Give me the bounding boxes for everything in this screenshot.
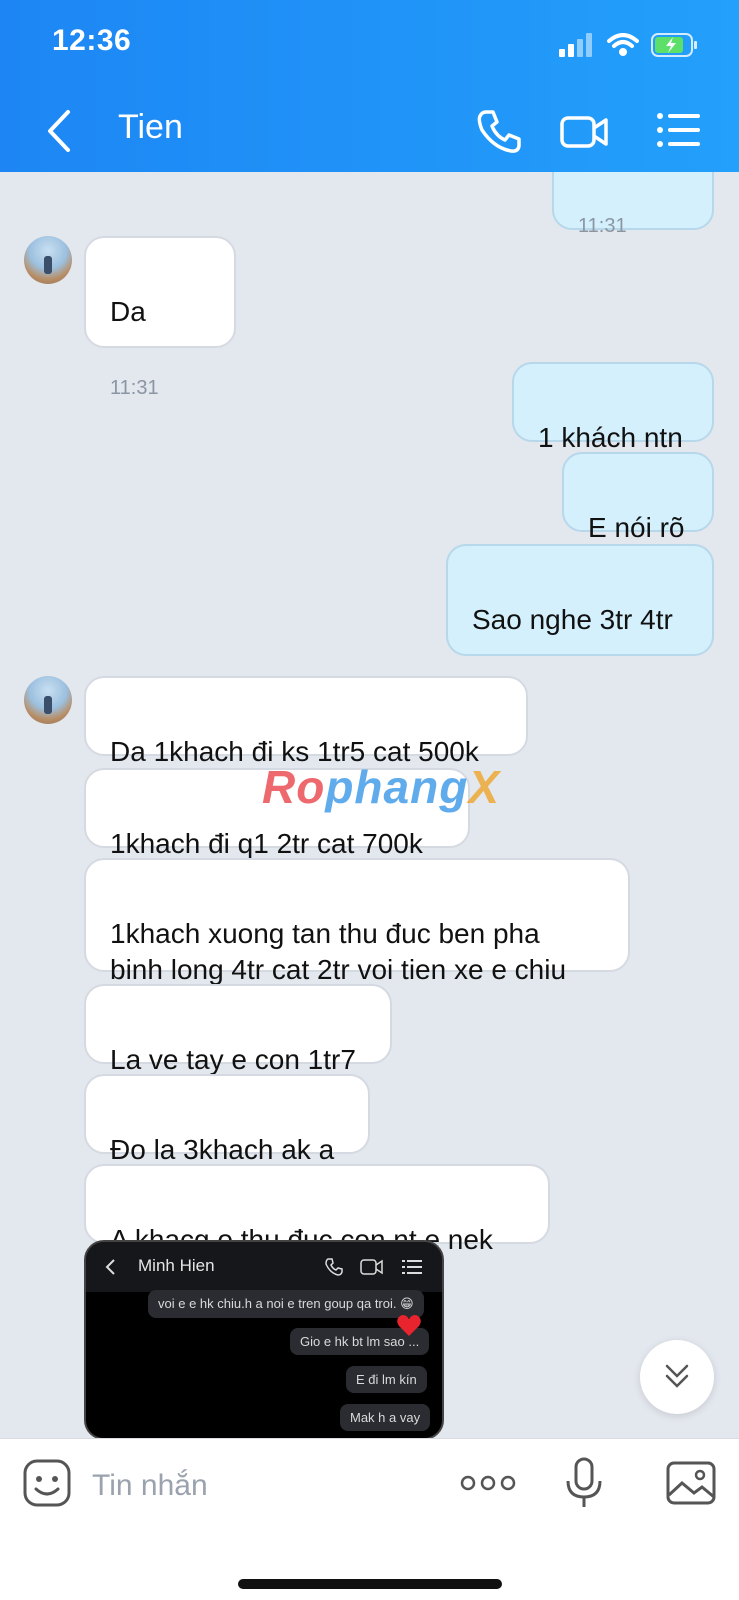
status-icons [559,30,699,60]
phone-icon [477,110,521,153]
chat-options-button[interactable] [654,106,704,156]
video-camera-icon [560,116,608,148]
message-text: Sao nghe 3tr 4tr [472,604,673,635]
message-text: 1khach đi q1 2tr cat 700k [110,828,423,859]
message-bubble-incoming[interactable]: Da 1khach đi ks 1tr5 cat 500k [84,676,528,767]
message-text: Đo la 3khach ak a [110,1134,335,1165]
message-text: La ve tay e con 1tr7 [110,1044,356,1075]
message-time: 11:31 [110,377,159,399]
avatar[interactable] [24,676,72,724]
contact-name[interactable]: Tien [118,108,183,147]
status-time: 12:36 [52,24,132,57]
sticker-button[interactable] [20,1455,76,1511]
message-bubble-outgoing[interactable]: E nói rõ [562,452,714,543]
phone-icon [325,1258,343,1276]
voice-message-button[interactable] [556,1455,612,1511]
video-camera-icon [360,1259,383,1275]
send-image-button[interactable] [664,1455,720,1511]
message-bubble-incoming[interactable]: 1khach đi q1 2tr cat 700k [84,768,470,859]
avatar[interactable] [24,236,72,284]
home-indicator [238,1579,502,1589]
back-button[interactable] [40,108,76,154]
message-bubble-incoming[interactable]: A khacg o thu đuc con nt e nek [84,1164,550,1255]
message-bubble-outgoing[interactable]: 1 khách ntn [512,362,714,453]
message-text: Da 1khach đi ks 1tr5 cat 500k [110,736,479,767]
chevron-left-icon [48,110,70,152]
embedded-screenshot-header: Minh Hien [86,1242,442,1292]
double-chevron-down-icon [665,1364,689,1388]
list-menu-icon [402,1260,422,1274]
message-input[interactable] [92,1461,432,1511]
message-bubble-incoming[interactable]: Đo la 3khach ak a [84,1074,370,1165]
message-text: 1 khách ntn [538,422,683,453]
microphone-icon [566,1457,602,1507]
chat-header: 12:36 Tien [0,0,739,172]
image-message[interactable]: Minh Hien voi e e hk chiu.h a noi e tren… [84,1240,444,1440]
smiley-sticker-icon [23,1459,71,1507]
video-call-button[interactable] [560,106,610,156]
voice-call-button[interactable] [474,106,524,156]
wifi-icon [607,33,639,56]
message-bubble-incoming[interactable]: 1khach xuong tan thu đuc ben pha binh lo… [84,858,630,985]
battery-icon [651,33,697,57]
message-text: 1khach xuong tan thu đuc ben pha binh lo… [110,918,567,985]
more-dots-icon [460,1475,516,1491]
chevron-left-icon [105,1259,115,1275]
message-bubble-outgoing[interactable]: 11:31 [552,172,714,237]
image-gallery-icon [666,1461,716,1505]
embedded-message: Mak h a vay [340,1404,431,1431]
more-options-button[interactable] [460,1455,516,1511]
scroll-to-bottom-button[interactable] [640,1340,714,1414]
message-composer [0,1438,739,1600]
message-text: E nói rõ [588,512,685,543]
message-time: 11:31 [578,215,627,237]
message-bubble-incoming[interactable]: Da 11:31 [84,236,236,399]
list-menu-icon [657,113,700,147]
embedded-message: voi e e hk chiu.h a noi e tren goup qa t… [148,1290,424,1318]
signal-icon [559,33,592,57]
message-bubble-outgoing[interactable]: Sao nghe 3tr 4tr 11:31 [446,544,714,707]
heart-reaction-icon [397,1315,421,1336]
message-bubble-incoming[interactable]: La ve tay e con 1tr7 [84,984,392,1075]
embedded-contact-name: Minh Hien [138,1256,215,1275]
embedded-message: E đi lm kín [346,1366,427,1393]
message-text: Da [110,296,146,327]
